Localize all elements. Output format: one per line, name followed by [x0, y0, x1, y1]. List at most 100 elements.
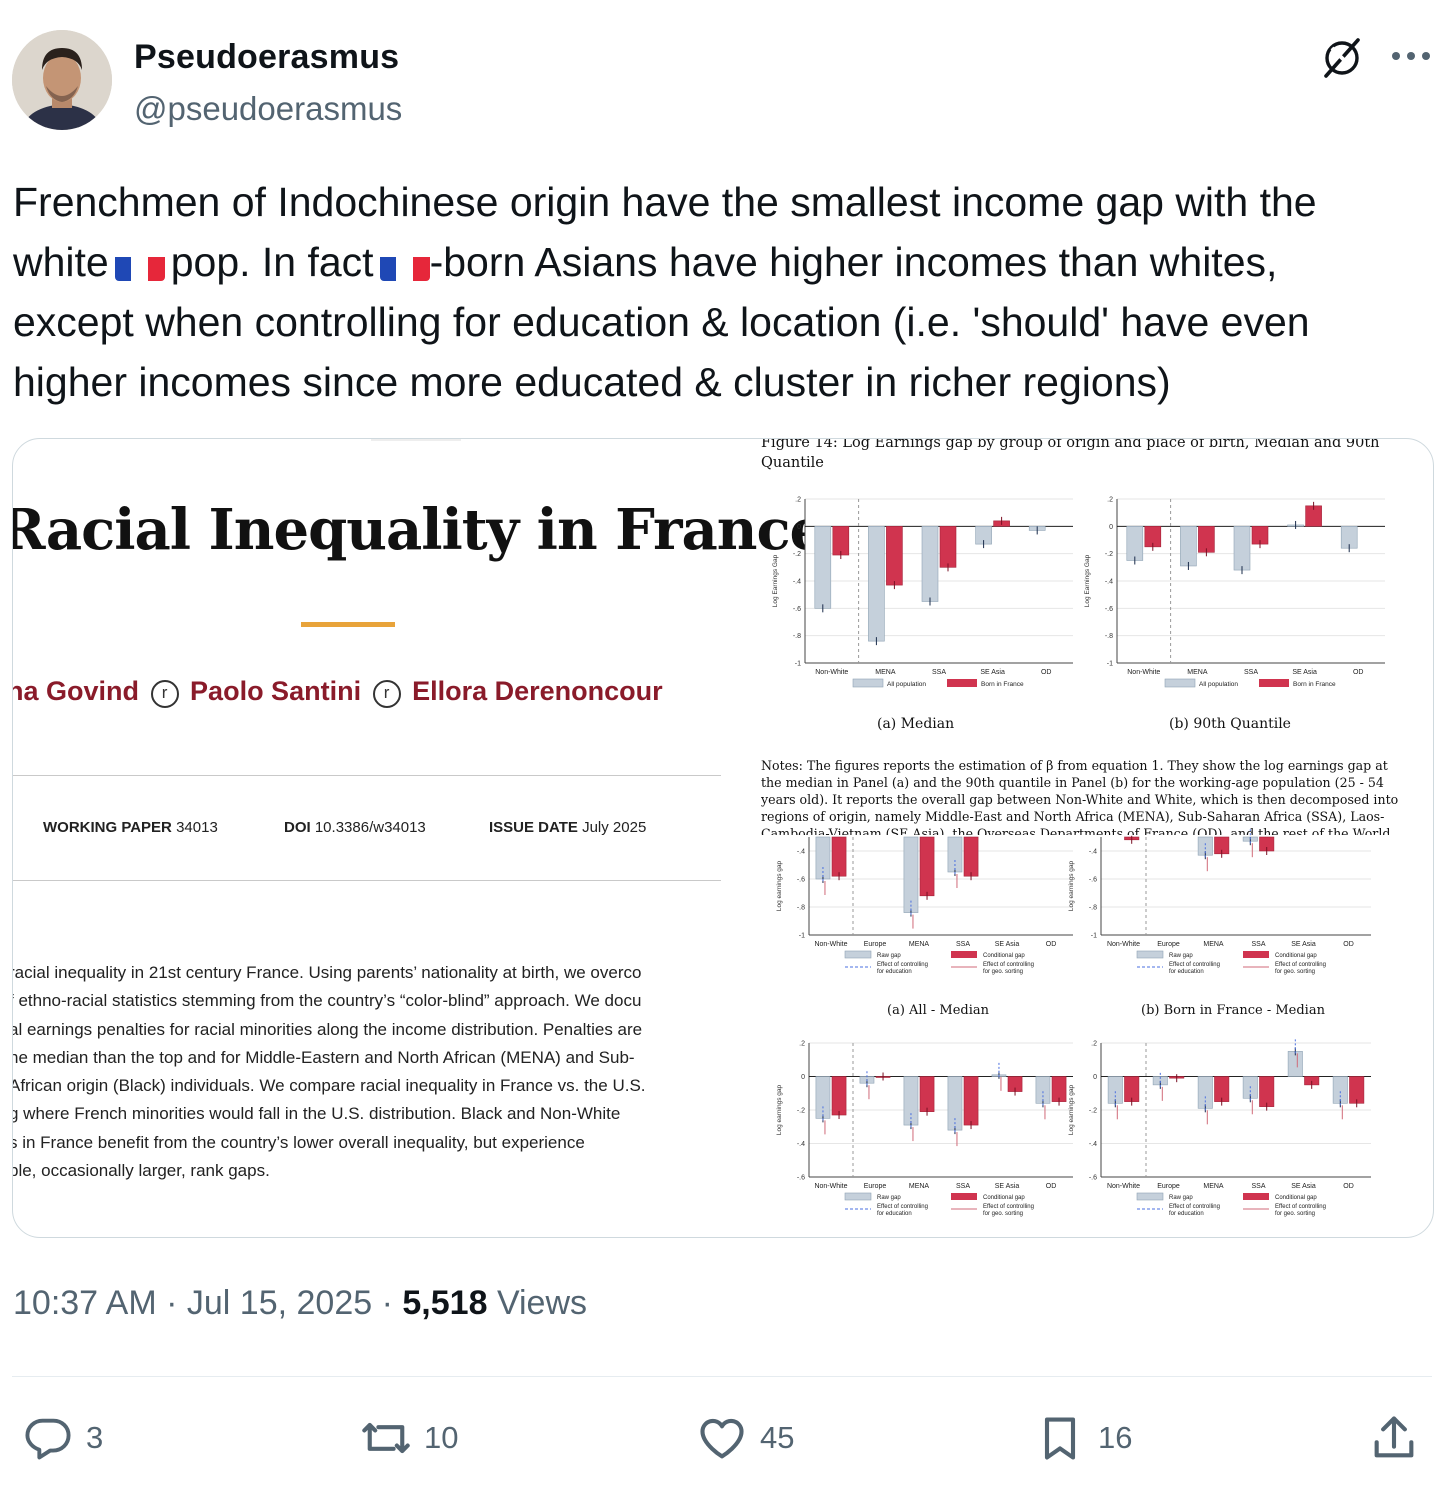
- tweet-line-2a: white: [13, 239, 109, 285]
- legend-swatch-all: [1164, 678, 1196, 688]
- legend-swatch-born: [1259, 679, 1289, 687]
- legend-label-edu: Effect of controlling: [1169, 962, 1220, 968]
- y-axis-label: Log Earnings Gap: [1084, 554, 1091, 607]
- abstract-line: African origin (Black) individuals. We c…: [12, 1076, 646, 1096]
- legend-label-edu: for education: [1169, 1211, 1204, 1217]
- issue-label: ISSUE DATE: [489, 819, 578, 836]
- paper-image[interactable]: Racial Inequality in France na Govind r …: [12, 439, 825, 1237]
- issue-date: ISSUE DATE July 2025: [489, 819, 646, 836]
- x-tick-label: MENA: [875, 669, 896, 676]
- legend-label-all: All population: [1199, 681, 1238, 688]
- author-handle[interactable]: @pseudoerasmus: [134, 90, 402, 128]
- legend-label-born: Born in France: [981, 681, 1024, 688]
- bar-raw: [1233, 526, 1251, 571]
- legend-swatch-cond: [1243, 1193, 1269, 1200]
- plot-area: [1101, 837, 1371, 935]
- bar-born: [939, 526, 957, 568]
- tweet-line-2c: -born Asians have higher incomes than wh…: [429, 239, 1278, 285]
- x-tick-label: SSA: [956, 1183, 970, 1190]
- legend-swatch-raw: [1136, 1192, 1164, 1201]
- x-tick-label: MENA: [909, 1183, 930, 1190]
- x-tick-label: Europe: [1157, 941, 1180, 948]
- y-tick-label: -.8: [1105, 633, 1113, 640]
- x-tick-label: SE Asia: [995, 941, 1020, 948]
- y-tick-label: -.8: [1089, 905, 1097, 912]
- author-3: Ellora Derenoncour: [412, 676, 663, 706]
- bookmark-icon: [1044, 1417, 1076, 1460]
- separator-icon: r: [372, 680, 401, 708]
- y-tick-label: -1: [1091, 933, 1097, 940]
- bar-born: [831, 1076, 847, 1116]
- x-tick-label: Non-White: [1107, 1183, 1140, 1190]
- share-button[interactable]: [1368, 1410, 1432, 1466]
- bar-born: [963, 836, 979, 877]
- legend-swatch-raw: [1136, 950, 1164, 959]
- media-card[interactable]: Racial Inequality in France na Govind r …: [12, 438, 1434, 1238]
- sub-a-caption: (a) All - Median: [887, 1003, 989, 1018]
- legend-swatch-raw: [844, 1192, 872, 1201]
- figure-image[interactable]: Figure 14: Log Earnings gap by group of …: [753, 439, 1433, 1237]
- x-tick-label: SSA: [932, 669, 946, 676]
- title-rule: [301, 622, 395, 627]
- bar-raw: [947, 1076, 963, 1131]
- bar-born: [1349, 1076, 1365, 1104]
- author-name[interactable]: Pseudoerasmus: [134, 38, 399, 77]
- reply-count: 3: [86, 1420, 104, 1455]
- tweet-line-1: Frenchmen of Indochinese origin have the…: [13, 179, 1317, 225]
- legend-label-raw: Raw gap: [877, 1195, 901, 1201]
- y-tick-label: -.4: [797, 1141, 805, 1148]
- bar-raw: [1180, 526, 1197, 567]
- x-tick-label: MENA: [1187, 669, 1208, 676]
- y-tick-label: -.6: [797, 1175, 805, 1182]
- bar-born: [832, 526, 850, 556]
- x-tick-label: SSA: [1251, 1183, 1265, 1190]
- paper-title: Racial Inequality in France: [12, 497, 825, 563]
- bar-born: [919, 836, 935, 897]
- like-button[interactable]: 45: [696, 1410, 794, 1466]
- legend-label-geo: for geo. sorting: [1275, 969, 1315, 975]
- doi: DOI 10.3386/w34013: [284, 819, 426, 836]
- paper-authors: na Govind r Paolo Santini r Ellora Deren…: [13, 676, 663, 708]
- more-icon[interactable]: [1388, 36, 1434, 76]
- y-tick-label: -.2: [1089, 1108, 1097, 1115]
- wp-label: WORKING PAPER: [43, 819, 172, 836]
- repost-count: 10: [424, 1420, 459, 1455]
- y-tick-label: -.4: [1105, 579, 1113, 586]
- x-tick-label: SE Asia: [1291, 1183, 1316, 1190]
- x-tick-label: OD: [1046, 1183, 1057, 1190]
- avatar[interactable]: [12, 30, 112, 130]
- y-axis-label: Log earnings gap: [1068, 861, 1075, 912]
- bar-raw: [868, 526, 885, 642]
- working-paper: WORKING PAPER 34013: [43, 819, 218, 836]
- legend-label-raw: Raw gap: [877, 953, 901, 959]
- y-tick-label: 0: [1093, 1074, 1097, 1081]
- x-tick-label: MENA: [1203, 1183, 1224, 1190]
- tweet-line-2b: pop. In fact: [170, 239, 374, 285]
- x-tick-label: OD: [1343, 941, 1354, 948]
- reply-icon: [25, 1418, 71, 1460]
- y-axis-label: Log earnings gap: [776, 861, 783, 912]
- legend-label-cond: Conditional gap: [983, 1195, 1025, 1201]
- plot-area: [809, 837, 1073, 935]
- reply-button[interactable]: 3: [22, 1410, 103, 1466]
- issue-value: July 2025: [582, 819, 647, 836]
- x-tick-label: SSA: [1244, 669, 1258, 676]
- timestamp[interactable]: 10:37 AM · Jul 15, 2025 · 5,518 Views: [13, 1284, 587, 1323]
- date: Jul 15, 2025: [186, 1284, 373, 1322]
- bar-born: [963, 1076, 979, 1126]
- repost-button[interactable]: 10: [360, 1410, 458, 1466]
- separator: ·: [166, 1284, 178, 1322]
- x-tick-label: Non-White: [814, 1183, 847, 1190]
- legend-label-edu: Effect of controlling: [877, 962, 928, 968]
- legend-label-geo: for geo. sorting: [983, 1211, 1023, 1217]
- bookmark-button[interactable]: 16: [1034, 1410, 1132, 1466]
- x-tick-label: OD: [1046, 941, 1057, 948]
- y-tick-label: .2: [1107, 497, 1113, 504]
- y-tick-label: -.6: [793, 606, 801, 613]
- x-tick-label: MENA: [1203, 941, 1224, 948]
- y-tick-label: .2: [1091, 1041, 1097, 1048]
- y-tick-label: 0: [797, 524, 801, 531]
- grok-icon[interactable]: [1318, 34, 1366, 82]
- tweet-line-4: higher incomes since more educated & clu…: [13, 359, 1171, 405]
- bar-born: [919, 1076, 935, 1112]
